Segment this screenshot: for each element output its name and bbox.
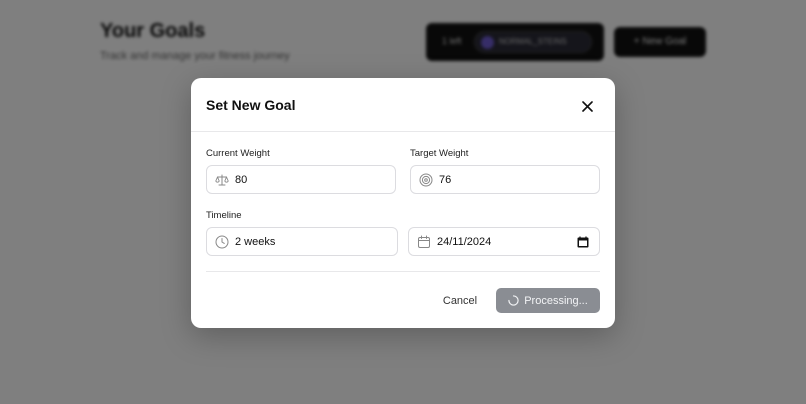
target-weight-field[interactable]: 76 <box>410 165 600 194</box>
scale-icon <box>215 174 229 186</box>
date-field[interactable]: 24/11/2024 <box>408 227 600 256</box>
submit-button[interactable]: Processing... <box>496 288 600 313</box>
close-icon <box>581 100 593 112</box>
dialog-title: Set New Goal <box>206 97 296 113</box>
target-icon <box>419 173 433 187</box>
timeline-label: Timeline <box>206 210 242 221</box>
target-weight-value: 76 <box>439 174 452 186</box>
dialog-header: Set New Goal <box>191 78 615 132</box>
spinner-icon <box>508 295 519 306</box>
timeline-field[interactable]: 2 weeks <box>206 227 398 256</box>
current-weight-field[interactable]: 80 <box>206 165 396 194</box>
target-weight-label: Target Weight <box>410 148 469 159</box>
calendar-picker-icon[interactable] <box>577 236 589 248</box>
close-button[interactable] <box>577 96 597 116</box>
clock-icon <box>215 235 229 249</box>
timeline-value: 2 weeks <box>235 236 276 248</box>
cancel-button[interactable]: Cancel <box>435 291 485 311</box>
current-weight-label: Current Weight <box>206 148 270 159</box>
date-value: 24/11/2024 <box>437 236 492 248</box>
footer-divider <box>206 271 600 272</box>
set-goal-dialog: Set New Goal Current Weight 80 Target We… <box>191 78 615 328</box>
current-weight-value: 80 <box>235 174 248 186</box>
calendar-icon <box>418 235 430 248</box>
submit-label: Processing... <box>524 294 588 307</box>
